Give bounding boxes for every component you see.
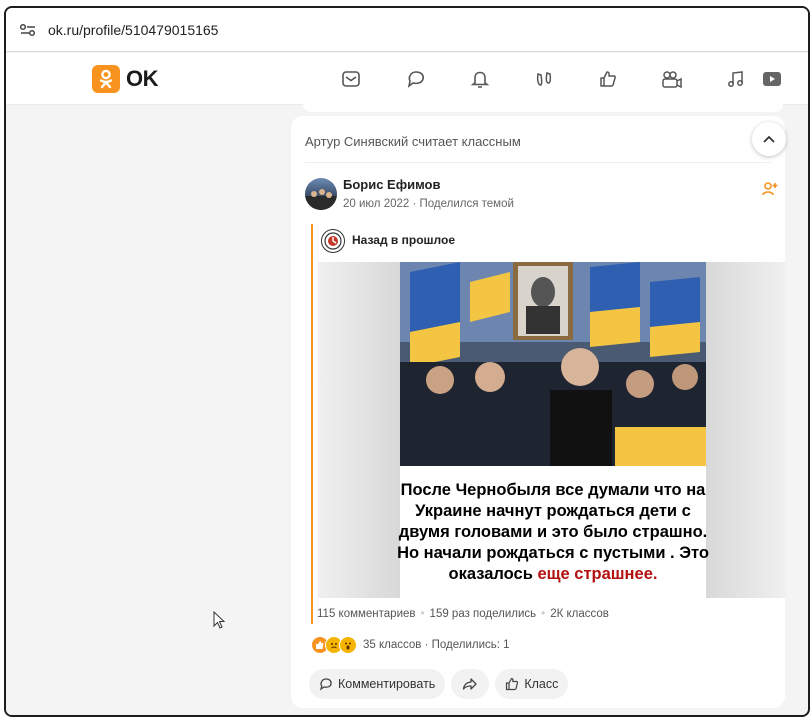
post-actions: Комментировать Класс <box>309 669 574 699</box>
share-button[interactable] <box>451 669 490 699</box>
class-button[interactable]: Класс <box>495 669 569 699</box>
caption-highlight: еще страшнее. <box>537 564 658 583</box>
caption-line: Но начали рождаться с пустыми . Это <box>397 543 709 562</box>
post-stats: 115 комментариев • 159 раз поделились • 2К к… <box>317 608 609 620</box>
class-button-label: Класс <box>524 677 559 691</box>
caption-plain: оказалось <box>448 564 538 583</box>
likes-count[interactable]: 2К классов <box>550 608 609 620</box>
url-text[interactable]: ok.ru/profile/510479015165 <box>48 22 218 38</box>
clock-icon <box>324 232 342 250</box>
caption-line: После Чернобыля все думали что на <box>400 480 706 499</box>
repost-indicator <box>311 224 313 624</box>
address-bar: ok.ru/profile/510479015165 <box>6 8 808 52</box>
feed-card: Артур Синявский считает классным Борис Е… <box>291 116 786 708</box>
caption-line: двумя головами и это было страшно. <box>398 522 708 541</box>
caption-line-last: оказалось еще страшнее. <box>449 564 658 585</box>
tv-icon[interactable] <box>758 65 786 93</box>
separator-dot: • <box>541 608 546 620</box>
previous-card-bottom <box>303 104 783 112</box>
scroll-to-top-button[interactable] <box>752 122 786 156</box>
reactions-summary[interactable]: 35 классов · Поделились: 1 <box>311 636 510 654</box>
likes-icon[interactable] <box>594 65 622 93</box>
comment-button-label: Комментировать <box>338 677 436 691</box>
music-icon[interactable] <box>722 65 750 93</box>
site-settings-icon[interactable] <box>18 20 38 40</box>
left-column <box>6 106 286 715</box>
comment-button[interactable]: Комментировать <box>309 669 446 699</box>
divider <box>305 162 771 163</box>
share-icon <box>463 678 477 690</box>
caption-line: Украине начнут рождаться дети с <box>415 501 691 520</box>
reactions-text: 35 классов · Поделились: 1 <box>363 639 510 651</box>
discussions-icon[interactable] <box>402 65 430 93</box>
wow-reaction-icon <box>339 636 357 654</box>
comments-count[interactable]: 115 комментариев <box>317 608 416 620</box>
comment-icon <box>319 678 332 691</box>
thumbs-up-icon <box>506 677 519 691</box>
guests-icon[interactable] <box>530 65 558 93</box>
shares-count[interactable]: 159 раз поделились <box>430 608 537 620</box>
top-nav <box>6 65 808 93</box>
image-caption: После Чернобыля все думали что на Украин… <box>397 466 709 598</box>
image-blur-right <box>706 262 786 598</box>
separator-dot: • <box>420 608 425 620</box>
video-icon[interactable] <box>658 65 686 93</box>
messages-icon[interactable] <box>337 65 365 93</box>
chevron-up-icon <box>763 135 775 143</box>
post-meta: 20 июл 2022 · Поделился темой <box>343 198 514 210</box>
browser-window: ok.ru/profile/510479015165 OK Артур Синя… <box>4 6 810 717</box>
image-blur-left <box>318 262 400 598</box>
liked-by-text[interactable]: Артур Синявский считает классным <box>305 134 521 149</box>
notifications-icon[interactable] <box>466 65 494 93</box>
mouse-cursor-icon <box>213 611 226 629</box>
author-avatar[interactable] <box>305 178 337 210</box>
post-image[interactable]: После Чернобыля все думали что на Украин… <box>318 262 786 598</box>
author-name[interactable]: Борис Ефимов <box>343 177 440 192</box>
group-name[interactable]: Назад в прошлое <box>352 233 455 247</box>
add-friend-icon[interactable] <box>761 180 779 198</box>
right-column-edge <box>808 106 810 706</box>
group-avatar[interactable] <box>321 229 345 253</box>
site-header: OK <box>6 53 808 105</box>
